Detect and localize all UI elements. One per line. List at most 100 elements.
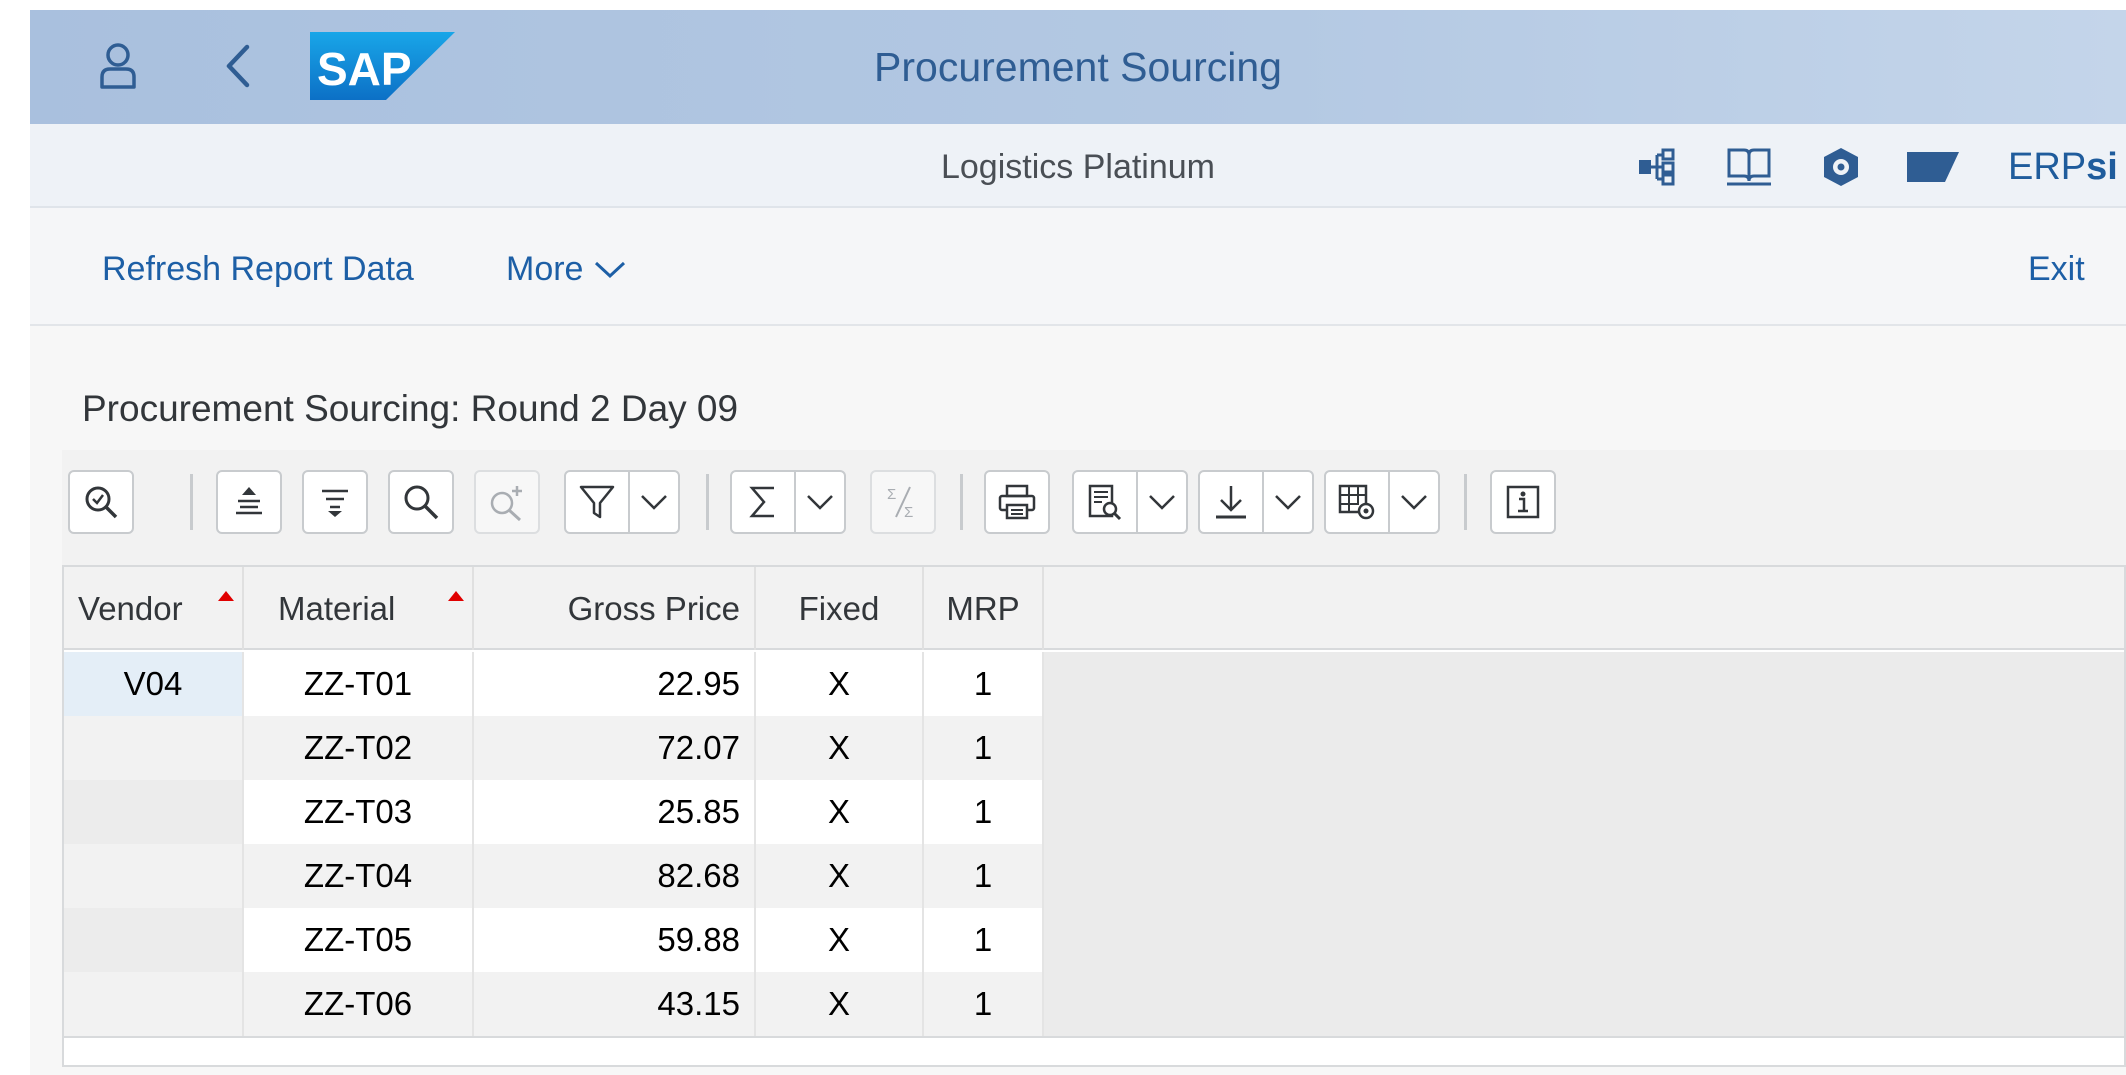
- app-title: Procurement Sourcing: [874, 44, 1282, 90]
- chevron-down-icon: [595, 261, 626, 278]
- subtotal-button[interactable]: ΣΣ: [870, 470, 936, 534]
- more-label: More: [506, 250, 584, 288]
- page-toolbar: Refresh Report Data More Exit: [30, 208, 2126, 326]
- exit-button[interactable]: Exit: [2028, 250, 2085, 289]
- cell-material[interactable]: ZZ-T03: [244, 780, 474, 844]
- sort-descending-icon: [322, 489, 348, 517]
- table-row[interactable]: V04 ZZ-T01 22.95 X 1: [64, 652, 1044, 716]
- shell-bar: SAP Procurement Sourcing: [30, 10, 2126, 124]
- cell-vendor[interactable]: [64, 844, 244, 908]
- cell-gross-price[interactable]: 22.95: [474, 652, 756, 716]
- cell-mrp[interactable]: 1: [924, 780, 1044, 844]
- export-button[interactable]: [1198, 470, 1314, 534]
- cell-vendor[interactable]: [64, 780, 244, 844]
- column-header-material[interactable]: Material: [244, 567, 474, 650]
- chevron-down-icon: [1275, 495, 1301, 510]
- subtotal-icon: ΣΣ: [887, 486, 913, 521]
- report-view-icon: [1088, 484, 1122, 521]
- erpsim-brand: ERPsi: [2008, 146, 2118, 188]
- table-row[interactable]: ZZ-T04 82.68 X 1: [64, 844, 1044, 908]
- table-settings-icon: [1338, 484, 1375, 520]
- cell-material[interactable]: ZZ-T06: [244, 972, 474, 1036]
- cell-gross-price[interactable]: 25.85: [474, 780, 756, 844]
- hierarchy-button[interactable]: [1625, 142, 1689, 192]
- cell-mrp[interactable]: 1: [924, 908, 1044, 972]
- search-plus-icon: [490, 486, 522, 521]
- cell-gross-price[interactable]: 59.88: [474, 908, 756, 972]
- cell-vendor[interactable]: [64, 716, 244, 780]
- sort-indicator-icon: [218, 591, 234, 601]
- print-preview-button[interactable]: [984, 470, 1050, 534]
- table-header-row: Vendor Material Gross Price Fixed MRP: [64, 567, 2124, 650]
- sort-ascending-icon: [236, 487, 262, 515]
- cell-fixed[interactable]: X: [756, 844, 924, 908]
- book-icon: [1727, 148, 1771, 186]
- layout-settings-button[interactable]: [1324, 470, 1440, 534]
- refresh-report-data-button[interactable]: Refresh Report Data: [102, 250, 414, 289]
- sum-icon: [749, 486, 774, 518]
- find-button[interactable]: [388, 470, 454, 534]
- sub-header: Logistics Platinum ERPsi: [30, 124, 2126, 208]
- table-bottom-border: [64, 1036, 2124, 1038]
- cell-fixed[interactable]: X: [756, 908, 924, 972]
- cell-mrp[interactable]: 1: [924, 652, 1044, 716]
- information-button[interactable]: [1490, 470, 1556, 534]
- cell-vendor[interactable]: V04: [64, 652, 244, 716]
- column-header-label: Material: [278, 589, 396, 627]
- cell-material[interactable]: ZZ-T05: [244, 908, 474, 972]
- cell-gross-price[interactable]: 72.07: [474, 716, 756, 780]
- report-table: Vendor Material Gross Price Fixed MRP V0…: [62, 565, 2126, 1067]
- page-title: Procurement Sourcing: Round 2 Day 09: [82, 388, 739, 429]
- cell-material[interactable]: ZZ-T04: [244, 844, 474, 908]
- app-window: SAP Procurement Sourcing Logistics Plati…: [30, 10, 2126, 1075]
- sort-indicator-icon: [448, 591, 464, 601]
- hierarchy-icon: [1639, 148, 1675, 186]
- cell-material[interactable]: ZZ-T01: [244, 652, 474, 716]
- table-row[interactable]: ZZ-T02 72.07 X 1: [64, 716, 1044, 780]
- flag-icon: [1907, 152, 1959, 182]
- more-menu-button[interactable]: More: [506, 250, 627, 289]
- table-row[interactable]: ZZ-T05 59.88 X 1: [64, 908, 1044, 972]
- sort-descending-button[interactable]: [302, 470, 368, 534]
- cell-vendor[interactable]: [64, 908, 244, 972]
- chevron-down-icon: [1401, 495, 1427, 510]
- cell-material[interactable]: ZZ-T02: [244, 716, 474, 780]
- search-icon: [404, 485, 439, 520]
- zoom-details-button[interactable]: [68, 470, 134, 534]
- documentation-button[interactable]: [1717, 142, 1781, 192]
- chevron-down-icon: [1149, 495, 1175, 510]
- column-header-mrp[interactable]: MRP: [924, 567, 1044, 650]
- cell-fixed[interactable]: X: [756, 780, 924, 844]
- column-header-gross-price[interactable]: Gross Price: [474, 567, 756, 650]
- cell-fixed[interactable]: X: [756, 652, 924, 716]
- column-header-vendor[interactable]: Vendor: [64, 567, 244, 650]
- filter-icon: [579, 485, 615, 519]
- chevron-down-icon: [807, 495, 833, 510]
- details-icon: [85, 486, 118, 519]
- cell-vendor[interactable]: [64, 972, 244, 1036]
- cell-mrp[interactable]: 1: [924, 972, 1044, 1036]
- table-row[interactable]: ZZ-T03 25.85 X 1: [64, 780, 1044, 844]
- cell-fixed[interactable]: X: [756, 972, 924, 1036]
- info-icon: [1506, 485, 1540, 519]
- filter-button[interactable]: [564, 470, 680, 534]
- column-header-label: Vendor: [78, 589, 183, 627]
- table-row[interactable]: ZZ-T06 43.15 X 1: [64, 972, 1044, 1036]
- column-header-fixed[interactable]: Fixed: [756, 567, 924, 650]
- svg-text:Σ: Σ: [904, 504, 913, 521]
- total-button[interactable]: [730, 470, 846, 534]
- flag-button[interactable]: [1901, 142, 1965, 192]
- alv-toolbar: ΣΣ: [62, 450, 2126, 565]
- sort-ascending-button[interactable]: [216, 470, 282, 534]
- download-icon: [1216, 486, 1246, 519]
- cell-fixed[interactable]: X: [756, 716, 924, 780]
- settings-button[interactable]: [1809, 142, 1873, 192]
- views-button[interactable]: [1072, 470, 1188, 534]
- chevron-down-icon: [641, 495, 667, 510]
- empty-grid-area: [1044, 652, 2124, 1036]
- cell-mrp[interactable]: 1: [924, 844, 1044, 908]
- find-next-button[interactable]: [474, 470, 540, 534]
- cell-mrp[interactable]: 1: [924, 716, 1044, 780]
- cell-gross-price[interactable]: 82.68: [474, 844, 756, 908]
- cell-gross-price[interactable]: 43.15: [474, 972, 756, 1036]
